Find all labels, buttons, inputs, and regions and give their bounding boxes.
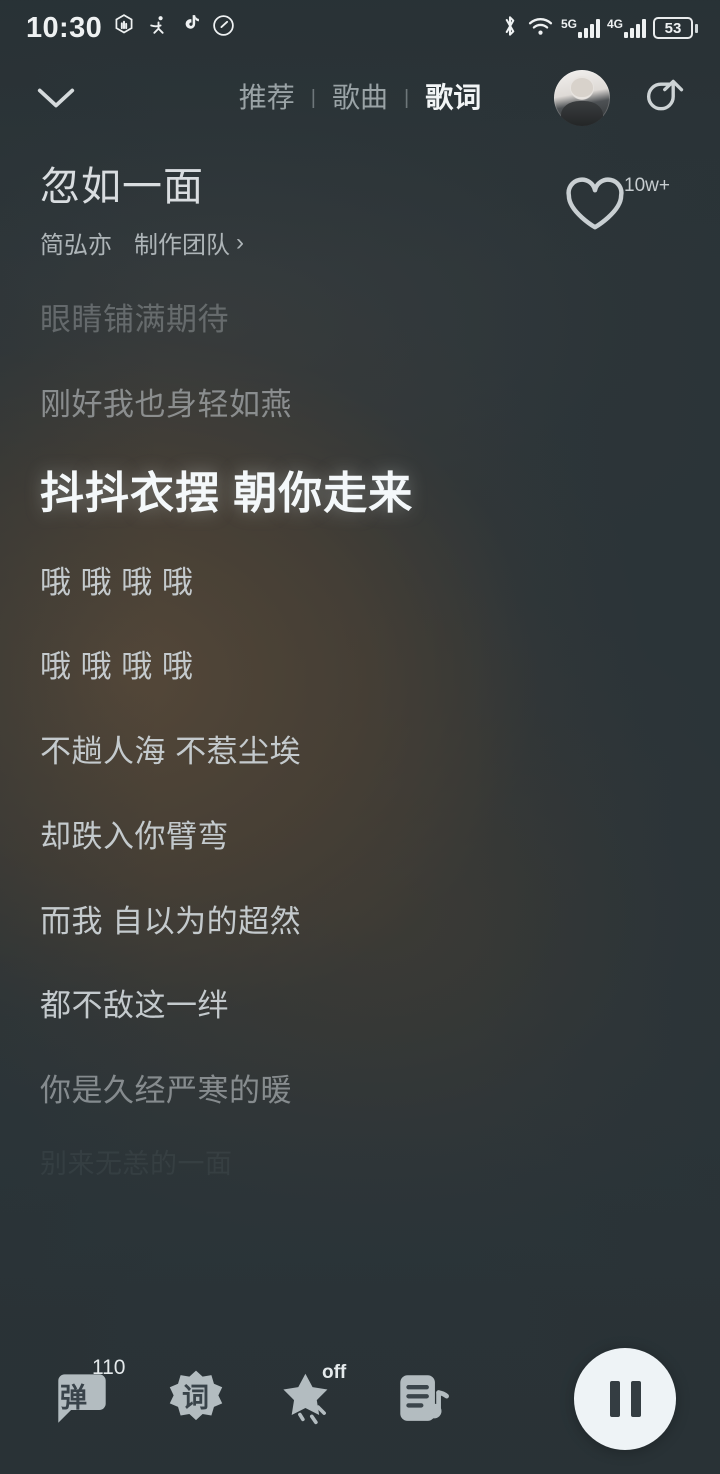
lyric-line[interactable]: 你是久经严寒的暖 (40, 1049, 680, 1134)
playlist-music-icon (400, 1375, 449, 1421)
chevron-right-icon: › (236, 228, 244, 256)
status-bar-right: 5G 4G 53 (500, 13, 698, 44)
top-bar-actions (554, 70, 692, 126)
song-header: 忽如一面 简弘亦 制作团队 › 10w+ (0, 140, 720, 260)
playlist-button[interactable] (376, 1351, 472, 1447)
lyrics-list[interactable]: 眼睛铺满期待 刚好我也身轻如燕 抖抖衣摆 朝你走来 哦 哦 哦 哦 哦 哦 哦 … (0, 260, 720, 1196)
song-info: 忽如一面 简弘亦 制作团队 › (40, 164, 244, 260)
danmaku-count-badge: 110 (92, 1356, 126, 1379)
top-navigation-bar: 推荐 | 歌曲 | 歌词 (0, 56, 720, 140)
sound-effects-button[interactable]: off (262, 1351, 358, 1447)
bluetooth-icon (500, 13, 520, 44)
like-button[interactable]: 10w+ (562, 164, 692, 234)
credits-label: 制作团队 (134, 232, 230, 260)
lyric-line[interactable]: 哦 哦 哦 哦 (40, 541, 680, 626)
pause-icon-bar-left (609, 1381, 620, 1417)
wifi-icon (527, 15, 554, 42)
like-count: 10w+ (624, 175, 670, 196)
sound-effects-state-label: off (322, 1362, 347, 1383)
lyric-line[interactable]: 哦 哦 哦 哦 (40, 625, 680, 710)
battery-cap (695, 23, 698, 33)
lyric-line[interactable]: 都不敌这一绊 (40, 964, 680, 1049)
avatar[interactable] (554, 70, 610, 126)
danmaku-button[interactable]: 弹 110 (34, 1351, 130, 1447)
tab-song[interactable]: 歌曲 (316, 84, 404, 112)
status-bar: 10:30 5G 4G 53 (0, 0, 720, 56)
lyric-flower-icon (169, 1370, 223, 1421)
dnd-hand-icon (111, 13, 137, 44)
sim2-bars (624, 18, 646, 38)
sim1-network-label: 5G (560, 17, 577, 31)
lyric-tool-button[interactable]: 词 (148, 1351, 244, 1447)
lyric-line[interactable]: 别来无恙的一面 (40, 1134, 680, 1196)
lyric-line[interactable]: 眼睛铺满期待 (40, 278, 680, 363)
pause-icon-bar-right (630, 1381, 641, 1417)
share-button[interactable] (636, 70, 692, 126)
lyric-line[interactable]: 而我 自以为的超然 (40, 880, 680, 965)
lyric-line[interactable]: 刚好我也身轻如燕 (40, 363, 680, 448)
lyric-line-active[interactable]: 抖抖衣摆 朝你走来 (40, 448, 680, 541)
sim1-bars (577, 18, 600, 38)
lyric-line[interactable]: 不趟人海 不惹尘埃 (40, 710, 680, 795)
song-subtitle: 简弘亦 制作团队 › (40, 225, 244, 260)
player-tabs: 推荐 | 歌曲 | 歌词 (223, 84, 497, 112)
accessibility-icon (146, 13, 171, 43)
tiktok-note-icon (180, 13, 202, 43)
lyric-line[interactable]: 却跌入你臂弯 (40, 795, 680, 880)
battery-level-text: 53 (653, 17, 693, 39)
heart-outline-icon (566, 177, 624, 230)
status-bar-clock: 10:30 (26, 11, 103, 44)
chevron-down-icon (37, 88, 75, 108)
share-icon (646, 79, 684, 111)
speed-gauge-icon (211, 13, 236, 43)
status-bar-left: 10:30 (26, 13, 236, 44)
sim1-signal: 5G (561, 18, 600, 38)
collapse-player-button[interactable] (28, 70, 84, 126)
tab-lyrics[interactable]: 歌词 (409, 84, 497, 112)
credits-link[interactable]: 制作团队 › (134, 225, 244, 260)
song-title: 忽如一面 (40, 165, 204, 209)
tab-recommend[interactable]: 推荐 (223, 84, 311, 112)
artist-name[interactable]: 简弘亦 (40, 225, 112, 260)
play-pause-button[interactable] (574, 1348, 676, 1450)
sim2-signal: 4G (607, 18, 646, 38)
sim2-network-label: 4G (606, 17, 623, 31)
player-bottom-bar: 弹 110 词 off (0, 1324, 720, 1474)
battery-indicator: 53 (653, 17, 698, 39)
